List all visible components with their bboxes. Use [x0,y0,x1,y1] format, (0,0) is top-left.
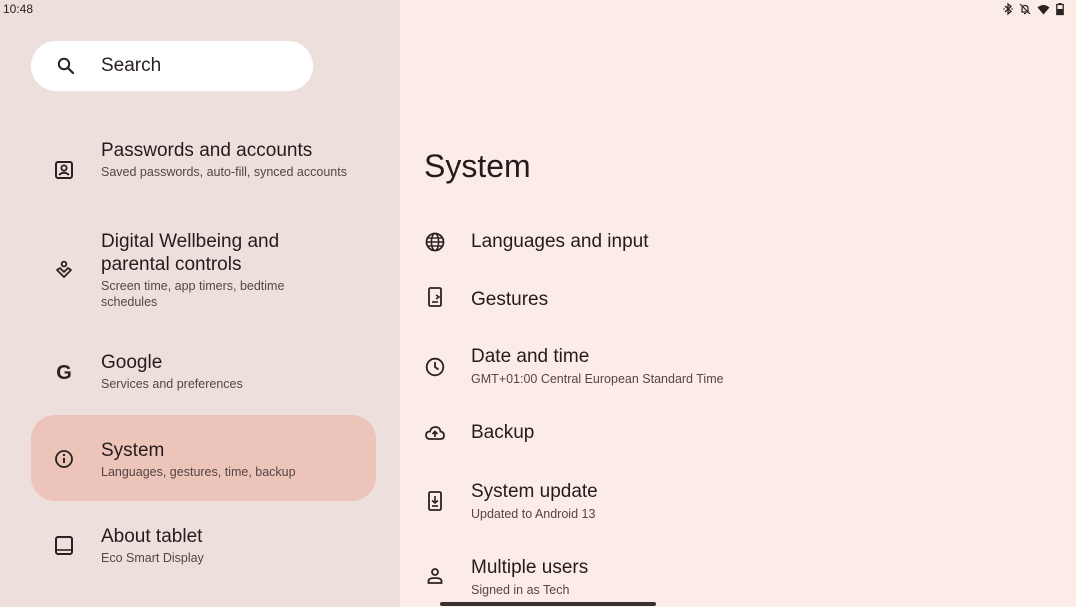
page-title: System [424,148,531,184]
sidebar-item-passwords-accounts[interactable]: Passwords and accounts Saved passwords, … [31,130,376,210]
search-icon [57,57,75,75]
sidebar-item-digital-wellbeing[interactable]: Digital Wellbeing and parental controls … [31,225,376,325]
search-bar[interactable]: Search [31,41,313,91]
sidebar-item-google[interactable]: G Google Services and preferences [31,340,376,410]
sidebar-item-title: System [101,440,165,461]
account-box-icon [53,159,75,181]
row-title: Gestures [471,289,549,310]
sidebar-item-subtitle: Saved passwords, auto-fill, synced accou… [101,165,347,179]
row-gestures[interactable]: Gestures [400,276,1076,322]
system-update-icon [424,490,446,512]
home-indicator[interactable] [440,602,656,606]
sidebar-item-subtitle: Services and preferences [101,377,243,391]
sidebar-item-subtitle: Screen time, app timers, bedtime schedul… [101,279,285,309]
wellbeing-icon [53,259,75,281]
status-time: 10:48 [3,2,34,16]
wifi-icon [1037,4,1050,15]
row-title: Languages and input [471,231,649,252]
settings-sidebar: 10:48 Search Passwords and accounts Save… [0,0,400,607]
search-label: Search [101,55,162,76]
row-title: System update [471,481,598,502]
sidebar-item-title: Google [101,352,163,373]
row-title: Backup [471,422,535,443]
sidebar-item-subtitle: Eco Smart Display [101,551,204,565]
status-icons [1003,2,1064,16]
cloud-upload-icon [424,422,446,444]
battery-icon [1056,3,1064,16]
gesture-phone-icon [424,286,446,308]
info-icon [53,448,75,470]
notifications-off-icon [1019,3,1031,15]
sidebar-item-about-tablet[interactable]: About tablet Eco Smart Display [31,515,376,585]
globe-icon [424,231,446,253]
row-system-update[interactable]: System update Updated to Android 13 [400,475,1076,531]
row-subtitle: Signed in as Tech [471,583,570,597]
settings-screen: 10:48 Search Passwords and accounts Save… [0,0,1076,607]
row-multiple-users[interactable]: Multiple users Signed in as Tech [400,551,1076,603]
google-icon: G [53,361,75,384]
row-title: Multiple users [471,557,589,578]
person-icon [424,565,446,587]
svg-text:G: G [56,362,72,384]
row-subtitle: GMT+01:00 Central European Standard Time [471,372,724,386]
sidebar-item-system[interactable]: System Languages, gestures, time, backup [31,415,376,501]
row-title: Date and time [471,346,590,367]
row-languages-input[interactable]: Languages and input [400,220,1076,266]
sidebar-item-title: Passwords and accounts [101,140,313,161]
row-subtitle: Updated to Android 13 [471,507,596,521]
row-backup[interactable]: Backup [400,411,1076,457]
sidebar-item-title: Digital Wellbeing and parental controls [101,231,280,275]
clock-icon [424,356,446,378]
sidebar-item-title: About tablet [101,526,203,547]
bluetooth-icon [1003,2,1013,16]
tablet-icon [53,534,75,556]
sidebar-item-subtitle: Languages, gestures, time, backup [101,465,296,479]
row-date-time[interactable]: Date and time GMT+01:00 Central European… [400,340,1076,396]
system-settings-panel: System Languages and input Gestures Date… [400,0,1076,607]
